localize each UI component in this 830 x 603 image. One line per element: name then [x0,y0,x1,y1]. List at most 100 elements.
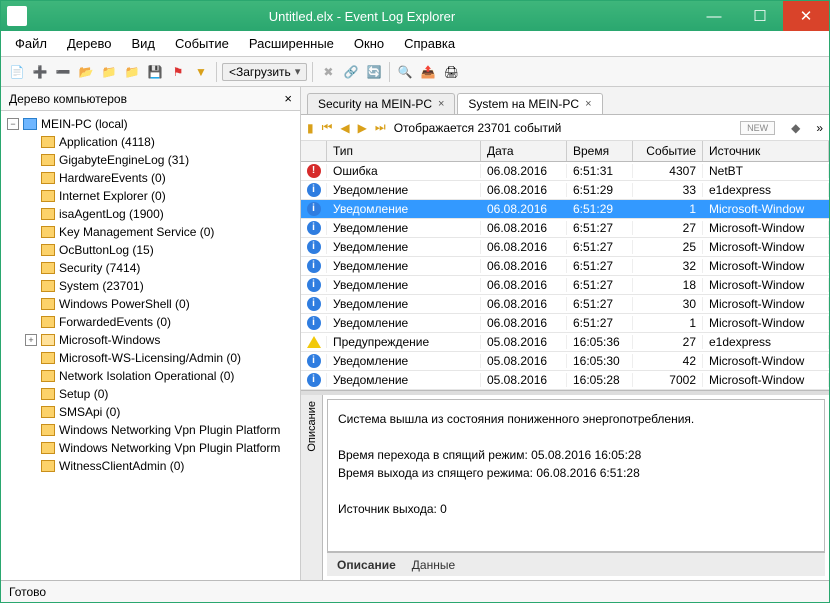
tree-item[interactable]: isaAgentLog (1900) [7,205,300,223]
tool-link-icon[interactable]: 🔗 [341,62,361,82]
tree-item[interactable]: Microsoft-WS-Licensing/Admin (0) [7,349,300,367]
tree-item[interactable]: System (23701) [7,277,300,295]
tree-item[interactable]: Windows PowerShell (0) [7,295,300,313]
folder-icon [41,424,55,436]
grid-header-Источник[interactable]: Источник [703,141,829,161]
table-row[interactable]: iУведомление06.08.20166:51:291Microsoft-… [301,200,829,219]
table-row[interactable]: iУведомление05.08.201616:05:3042Microsof… [301,352,829,371]
cell: Microsoft-Window [703,316,829,330]
detail-body: Система вышла из состояния пониженного э… [323,395,829,580]
tree-label: System (23701) [59,279,144,293]
tree-toggle-icon[interactable]: − [7,118,19,130]
grid-header-Событие[interactable]: Событие [633,141,703,161]
detail-bottom-tabs: Описание Данные [327,552,825,576]
menu-событие[interactable]: Событие [167,33,237,54]
panel-close-icon[interactable]: × [284,91,292,106]
tool-folder2-icon[interactable]: 📁 [122,62,142,82]
tree-toggle-icon[interactable]: + [25,334,37,346]
tree-label: isaAgentLog (1900) [59,207,164,221]
window-title: Untitled.elx - Event Log Explorer [33,9,691,24]
table-row[interactable]: iУведомление05.08.201616:05:287002Micros… [301,371,829,390]
tree-item[interactable]: Windows Networking Vpn Plugin Platform [7,421,300,439]
tool-filter-icon[interactable]: ▼ [191,62,211,82]
tree-label: Microsoft-WS-Licensing/Admin (0) [59,351,241,365]
minimize-button[interactable]: — [691,1,737,31]
tree-item[interactable]: Setup (0) [7,385,300,403]
tree-label: Windows Networking Vpn Plugin Platform [59,423,280,437]
tree-item[interactable]: Security (7414) [7,259,300,277]
tool-open-icon[interactable]: 📂 [76,62,96,82]
table-row[interactable]: iУведомление06.08.20166:51:271Microsoft-… [301,314,829,333]
cell: 06.08.2016 [481,202,567,216]
tool-remove-icon[interactable]: ➖ [53,62,73,82]
tree-item[interactable]: HardwareEvents (0) [7,169,300,187]
tool-folder-icon[interactable]: 📁 [99,62,119,82]
nav-last-icon[interactable]: ⏭ [375,120,386,135]
load-button[interactable]: <Загрузить ▾ [222,63,307,81]
tree-item[interactable]: SMSApi (0) [7,403,300,421]
status-text: Готово [9,585,46,599]
tree-item[interactable]: ForwardedEvents (0) [7,313,300,331]
maximize-button[interactable]: ☐ [737,1,783,31]
table-row[interactable]: iУведомление06.08.20166:51:2730Microsoft… [301,295,829,314]
tree-root[interactable]: −MEIN-PC (local) [7,115,300,133]
tree-item[interactable]: Internet Explorer (0) [7,187,300,205]
nav-next-icon[interactable]: ▶ [358,121,367,135]
grid-header-Время[interactable]: Время [567,141,633,161]
menu-вид[interactable]: Вид [123,33,163,54]
grid-header-[interactable] [301,141,327,161]
menu-справка[interactable]: Справка [396,33,463,54]
table-row[interactable]: iУведомление06.08.20166:51:2727Microsoft… [301,219,829,238]
tool-clearfilter-icon[interactable]: ✖ [318,62,338,82]
nav-prev-icon[interactable]: ◀ [340,121,349,135]
detail-vertical-tab[interactable]: Описание [301,395,323,580]
detail-tab-Данные[interactable]: Данные [412,558,455,572]
folder-icon [41,154,55,166]
tree-item[interactable]: GigabyteEngineLog (31) [7,151,300,169]
detail-tab-Описание[interactable]: Описание [337,558,396,572]
table-row[interactable]: iУведомление06.08.20166:51:2732Microsoft… [301,257,829,276]
tool-save-icon[interactable]: 💾 [145,62,165,82]
grid-header-Дата[interactable]: Дата [481,141,567,161]
tree-item[interactable]: OcButtonLog (15) [7,241,300,259]
table-row[interactable]: Предупреждение05.08.201616:05:3627e1dexp… [301,333,829,352]
table-row[interactable]: iУведомление06.08.20166:51:2725Microsoft… [301,238,829,257]
close-button[interactable]: ✕ [783,1,829,31]
cell: 16:05:36 [567,335,633,349]
toolbar: 📄 ➕ ➖ 📂 📁 📁 💾 ⚑ ▼ <Загрузить ▾ ✖ 🔗 🔄 🔍 📤… [1,57,829,87]
cell: 06.08.2016 [481,259,567,273]
menu-расширенные[interactable]: Расширенные [241,33,342,54]
tree-label: ForwardedEvents (0) [59,315,171,329]
nav-first-icon[interactable]: ⏮ [322,120,333,135]
folder-icon [41,244,55,256]
tool-print-icon[interactable]: 🖨 [441,62,461,82]
tree-item[interactable]: WitnessClientAdmin (0) [7,457,300,475]
table-row[interactable]: iУведомление06.08.20166:51:2718Microsoft… [301,276,829,295]
table-row[interactable]: !Ошибка06.08.20166:51:314307NetBT [301,162,829,181]
tool-clear-icon[interactable]: ⚑ [168,62,188,82]
tree-item[interactable]: Application (4118) [7,133,300,151]
cell: Уведомление [327,297,481,311]
tool-add-icon[interactable]: ➕ [30,62,50,82]
table-row[interactable]: iУведомление06.08.20166:51:2933e1dexpres… [301,181,829,200]
tree-branch[interactable]: +Microsoft-Windows [7,331,300,349]
tree-item[interactable]: Windows Networking Vpn Plugin Platform [7,439,300,457]
menu-файл[interactable]: Файл [7,33,55,54]
tree-item[interactable]: Network Isolation Operational (0) [7,367,300,385]
tool-export-icon[interactable]: 📤 [418,62,438,82]
tree-item[interactable]: Key Management Service (0) [7,223,300,241]
tool-new-icon[interactable]: 📄 [7,62,27,82]
tool-find-icon[interactable]: 🔍 [395,62,415,82]
tab-close-icon[interactable]: × [585,98,591,110]
nav-more-icon[interactable]: » [816,121,823,135]
tab-close-icon[interactable]: × [438,98,444,110]
tool-refresh-icon[interactable]: 🔄 [364,62,384,82]
menu-дерево[interactable]: Дерево [59,33,119,54]
folder-icon [41,172,55,184]
grid-header-Тип[interactable]: Тип [327,141,481,161]
cell: 30 [633,297,703,311]
log-tab[interactable]: Security на MEIN-PC× [307,93,455,114]
log-tab[interactable]: System на MEIN-PC× [457,93,602,114]
menu-окно[interactable]: Окно [346,33,392,54]
nav-chip-icon[interactable]: ◆ [791,121,800,135]
